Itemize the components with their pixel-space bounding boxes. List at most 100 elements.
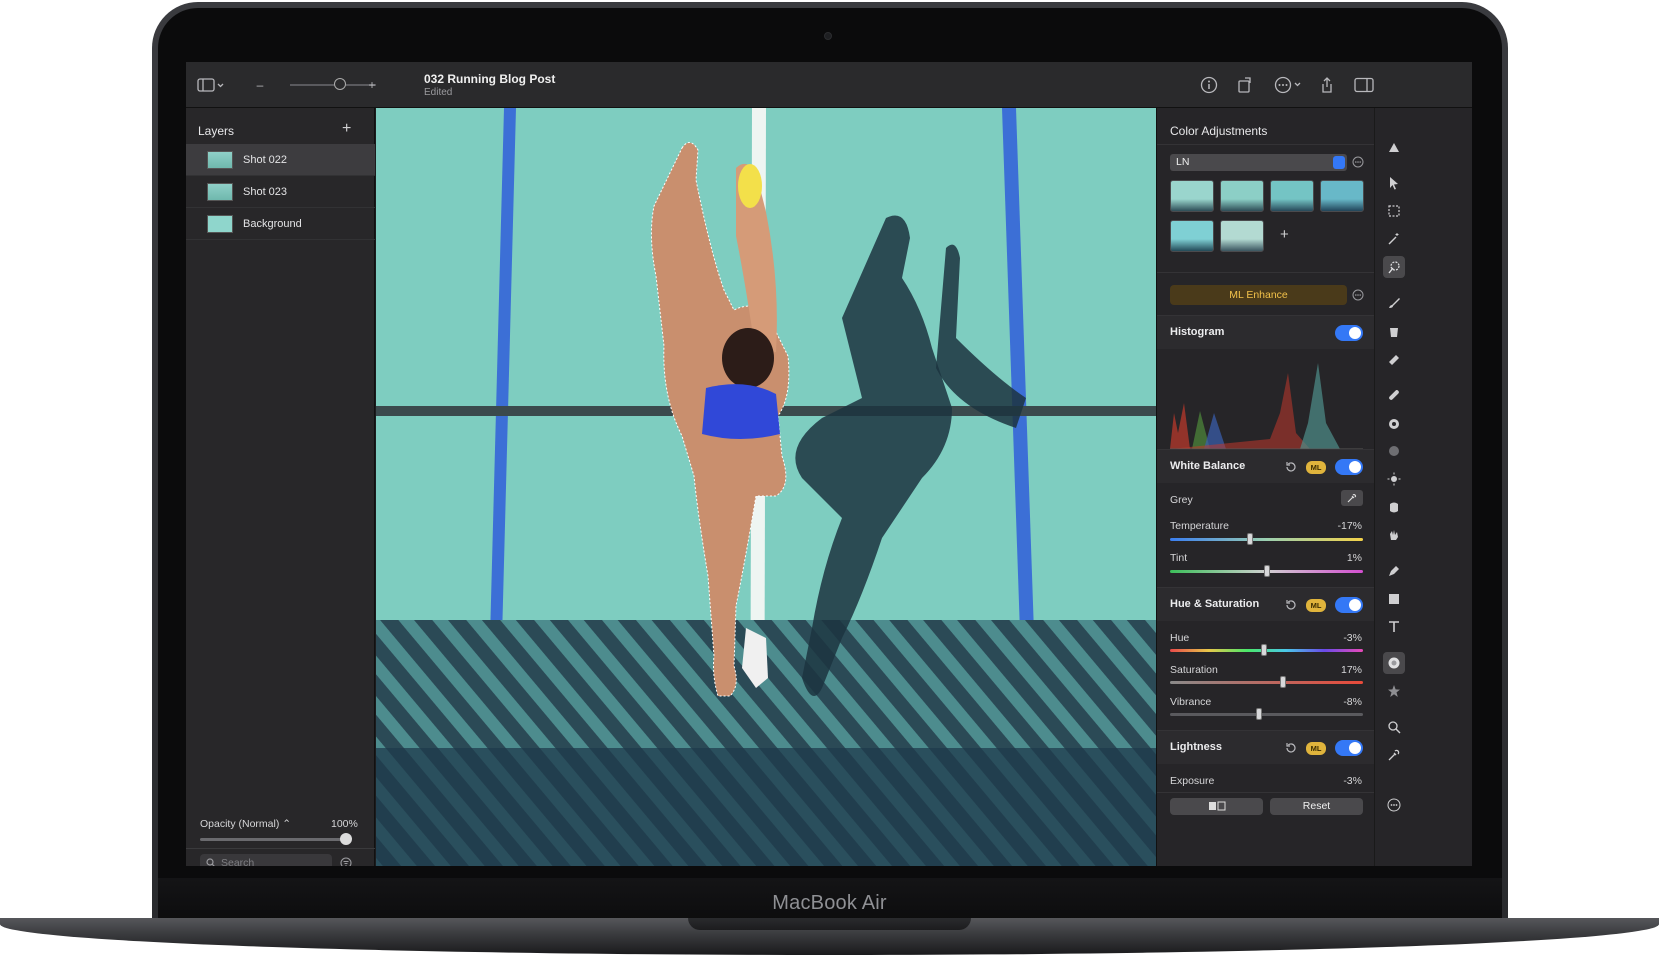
quick-select-tool[interactable] (1383, 256, 1405, 278)
temperature-slider-track[interactable] (1170, 538, 1363, 541)
blur-icon (1389, 446, 1399, 456)
info-icon (1200, 76, 1218, 94)
filter-icon[interactable] (340, 857, 352, 866)
repair-tool[interactable] (1383, 384, 1405, 406)
grey-label: Grey (1170, 494, 1193, 506)
layer-search-box[interactable] (200, 854, 332, 866)
hue-slider-knob[interactable] (1260, 644, 1267, 656)
add-layer-button[interactable]: + (342, 120, 351, 138)
zoom-in-button[interactable]: + (366, 73, 378, 97)
opacity-slider-knob[interactable] (340, 833, 352, 845)
histogram-toggle[interactable] (1335, 325, 1363, 341)
preset-thumbnail-5[interactable] (1170, 220, 1214, 252)
paint-bucket-tool[interactable] (1383, 320, 1405, 342)
lightness-title: Lightness (1170, 741, 1222, 753)
preset-options-icon[interactable] (1352, 156, 1364, 168)
lid-notch (688, 918, 971, 930)
smudge-tool[interactable] (1383, 524, 1405, 546)
tint-label: Tint (1170, 552, 1188, 564)
white-balance-toggle[interactable] (1335, 459, 1363, 475)
color-adjust-tool[interactable] (1383, 652, 1405, 674)
eyedropper-tool[interactable] (1383, 744, 1405, 766)
layer-thumbnail (207, 150, 233, 169)
preset-thumbnail-4[interactable] (1320, 180, 1364, 212)
preset-thumbnail-2[interactable] (1220, 180, 1264, 212)
lightness-toggle[interactable] (1335, 740, 1363, 756)
layer-label: Shot 023 (243, 185, 288, 198)
exposure-value: -3% (1343, 775, 1362, 787)
ml-enhance-options-icon[interactable] (1352, 289, 1364, 301)
marquee-tool[interactable] (1383, 200, 1405, 222)
clone-tool[interactable] (1383, 412, 1405, 434)
ml-enhance-button[interactable]: ML Enhance (1170, 285, 1347, 305)
saturation-slider-track[interactable] (1170, 681, 1363, 684)
ml-badge[interactable]: ML (1306, 461, 1326, 474)
preset-thumbnail-1[interactable] (1170, 180, 1214, 212)
vibrance-slider-track[interactable] (1170, 713, 1363, 716)
reset-icon[interactable] (1284, 598, 1298, 612)
more-actions-button[interactable] (1272, 73, 1306, 97)
pen-tool[interactable] (1383, 560, 1405, 582)
grey-picker-button[interactable] (1341, 490, 1363, 506)
histogram-section-header[interactable]: Histogram (1157, 315, 1374, 349)
hue-saturation-section-header[interactable]: Hue & Saturation ML (1157, 587, 1374, 621)
sponge-icon (1390, 502, 1398, 513)
ml-badge[interactable]: ML (1306, 742, 1326, 755)
preset-thumbnail-6[interactable] (1220, 220, 1264, 252)
lightness-section-header[interactable]: Lightness ML (1157, 730, 1374, 764)
more-tools-button[interactable] (1383, 794, 1405, 816)
paint-brush-tool[interactable] (1383, 292, 1405, 314)
info-button[interactable] (1198, 73, 1220, 97)
device-brand-label: MacBook Air (772, 892, 887, 914)
reset-icon[interactable] (1284, 460, 1298, 474)
image-canvas[interactable] (376, 108, 1156, 866)
arrow-select-tool[interactable] (1383, 172, 1405, 194)
color-adjustments-panel: Color Adjustments LN + ML Enhance Histog… (1156, 108, 1374, 866)
reset-button[interactable]: Reset (1270, 798, 1363, 815)
shape-tool[interactable] (1383, 588, 1405, 610)
tint-slider-knob[interactable] (1264, 565, 1271, 577)
layer-row-shot-022[interactable]: Shot 022 (186, 144, 375, 176)
light-tool[interactable] (1383, 468, 1405, 490)
app-window: – + 032 Running Blog Post Edited Layers … (186, 62, 1472, 866)
eraser-tool[interactable] (1383, 348, 1405, 370)
magic-wand-tool[interactable] (1383, 228, 1405, 250)
vibrance-slider-knob[interactable] (1255, 708, 1262, 720)
search-input[interactable] (221, 857, 321, 866)
saturation-slider-knob[interactable] (1279, 676, 1286, 688)
sponge-tool[interactable] (1383, 496, 1405, 518)
sidebar-toggle-button[interactable] (194, 73, 228, 97)
zoom-slider-track[interactable] (290, 84, 376, 86)
preset-select[interactable]: LN (1170, 154, 1347, 171)
effects-tool[interactable] (1383, 680, 1405, 702)
eyedropper-icon (1347, 494, 1356, 503)
add-preset-button[interactable]: + (1280, 226, 1289, 243)
opacity-slider-track[interactable] (200, 838, 347, 841)
divider (186, 848, 375, 849)
effects-icon (1388, 685, 1400, 697)
temperature-value: -17% (1337, 520, 1362, 532)
reset-icon[interactable] (1284, 741, 1298, 755)
brush-style-tool[interactable] (1383, 136, 1405, 158)
text-tool[interactable] (1383, 616, 1405, 638)
opacity-blend-selector[interactable]: Opacity (Normal) ⌃ (200, 818, 291, 830)
light-icon (1387, 472, 1401, 486)
crop-button[interactable] (1234, 73, 1256, 97)
vibrance-value: -8% (1343, 696, 1362, 708)
zoom-out-button[interactable]: – (254, 73, 266, 97)
blur-tool[interactable] (1383, 440, 1405, 462)
white-balance-section-header[interactable]: White Balance ML (1157, 449, 1374, 483)
crop-icon (1238, 77, 1251, 93)
zoom-slider-knob[interactable] (334, 78, 346, 90)
inspector-toggle-button[interactable] (1352, 73, 1376, 97)
share-button[interactable] (1316, 73, 1338, 97)
preset-thumbnail-3[interactable] (1270, 180, 1314, 212)
temperature-slider-knob[interactable] (1247, 533, 1254, 545)
ml-badge[interactable]: ML (1306, 599, 1326, 612)
compare-button[interactable] (1170, 798, 1263, 815)
layer-row-background[interactable]: Background (186, 208, 375, 240)
layer-row-shot-023[interactable]: Shot 023 (186, 176, 375, 208)
histogram-title: Histogram (1170, 326, 1225, 338)
zoom-tool[interactable] (1383, 716, 1405, 738)
hue-saturation-toggle[interactable] (1335, 597, 1363, 613)
